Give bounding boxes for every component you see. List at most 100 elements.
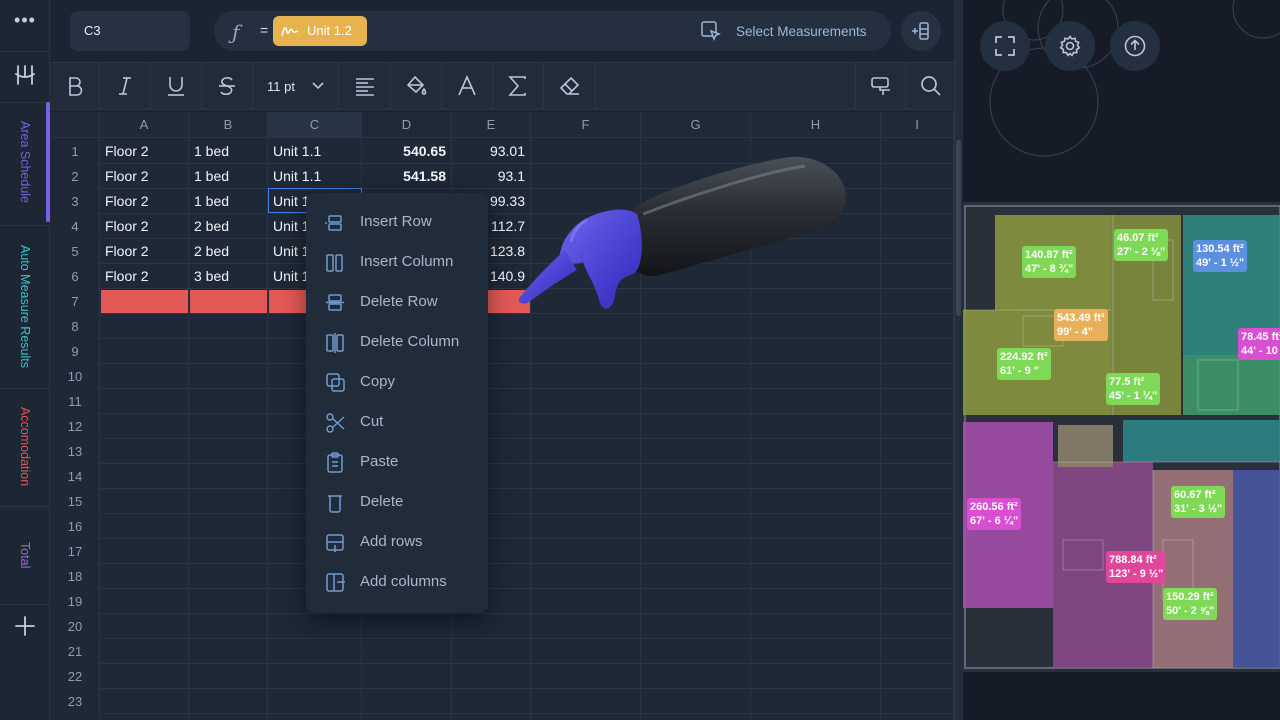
row-header-9[interactable]: 9: [50, 339, 100, 364]
cell-a4[interactable]: Floor 2: [105, 214, 186, 239]
menu-item-add-columns[interactable]: Add columns: [306, 562, 488, 602]
row-header-2[interactable]: 2: [50, 164, 100, 189]
menu-item-delete-row[interactable]: Delete Row: [306, 282, 488, 322]
row-header-4[interactable]: 4: [50, 214, 100, 239]
area-measurement-label[interactable]: 260.56 ft² 67' - 6 ¼": [967, 498, 1022, 530]
menu-item-insert-column[interactable]: Insert Column: [306, 242, 488, 282]
measurement-chip[interactable]: Unit 1.2: [273, 16, 367, 46]
italic-button[interactable]: [100, 63, 151, 109]
column-header-g[interactable]: G: [641, 112, 751, 138]
row-header-7[interactable]: 7: [50, 289, 100, 314]
row-header-19[interactable]: 19: [50, 589, 100, 614]
paint-format-button[interactable]: [855, 63, 906, 109]
vertical-scrollbar[interactable]: [954, 0, 963, 720]
area-measurement-label[interactable]: 60.67 ft² 31' - 3 ½": [1171, 486, 1226, 518]
settings-button[interactable]: [1045, 21, 1095, 71]
row-header-23[interactable]: 23: [50, 689, 100, 714]
row-header-22[interactable]: 22: [50, 664, 100, 689]
row-header-17[interactable]: 17: [50, 539, 100, 564]
cell-a3[interactable]: Floor 2: [105, 189, 186, 214]
row-header-15[interactable]: 15: [50, 489, 100, 514]
cell-b6[interactable]: 3 bed: [194, 264, 265, 289]
font-size-dropdown[interactable]: 11 pt: [253, 63, 339, 109]
cell-c2[interactable]: Unit 1.1: [273, 164, 359, 189]
area-measurement-label[interactable]: 77.5 ft² 45' - 1 ¼": [1106, 373, 1161, 405]
menu-item-delete[interactable]: Delete: [306, 482, 488, 522]
cell-b5[interactable]: 2 bed: [194, 239, 265, 264]
tools-icon[interactable]: [15, 64, 35, 86]
row-header-12[interactable]: 12: [50, 414, 100, 439]
fullscreen-button[interactable]: [980, 21, 1030, 71]
menu-item-add-rows[interactable]: Add rows: [306, 522, 488, 562]
bold-button[interactable]: [50, 63, 100, 109]
row-header-16[interactable]: 16: [50, 514, 100, 539]
column-header-c[interactable]: C: [268, 112, 362, 138]
plus-icon[interactable]: [13, 614, 37, 638]
area-measurement-label[interactable]: 150.29 ft² 50' - 2 ⅝": [1163, 588, 1218, 620]
area-measurement-label[interactable]: 224.92 ft² 61' - 9 ": [997, 348, 1051, 380]
cell-a6[interactable]: Floor 2: [105, 264, 186, 289]
cell-reference-box[interactable]: C3: [70, 11, 190, 51]
row-header-20[interactable]: 20: [50, 614, 100, 639]
highlighted-cell[interactable]: [101, 290, 188, 313]
tab-total[interactable]: Total: [0, 507, 50, 603]
function-icon[interactable]: ƒ: [232, 20, 239, 44]
row-header-8[interactable]: 8: [50, 314, 100, 339]
strikethrough-button[interactable]: [202, 63, 253, 109]
area-measurement-label[interactable]: 788.84 ft² 123' - 9 ½": [1106, 551, 1167, 583]
column-header-b[interactable]: B: [189, 112, 268, 138]
cell-a5[interactable]: Floor 2: [105, 239, 186, 264]
row-header-5[interactable]: 5: [50, 239, 100, 264]
more-dots-icon[interactable]: •••: [0, 10, 50, 31]
row-header-14[interactable]: 14: [50, 464, 100, 489]
clear-format-button[interactable]: [544, 63, 596, 109]
tab-area-schedule[interactable]: Area Schedule: [0, 102, 50, 222]
highlighted-cell[interactable]: [190, 290, 267, 313]
row-header-10[interactable]: 10: [50, 364, 100, 389]
cell-b2[interactable]: 1 bed: [194, 164, 265, 189]
column-header-a[interactable]: A: [100, 112, 189, 138]
area-measurement-label[interactable]: 140.87 ft² 47' - 8 ¾": [1022, 246, 1077, 278]
fill-color-button[interactable]: [391, 63, 442, 109]
row-header-1[interactable]: 1: [50, 139, 100, 164]
align-button[interactable]: [339, 63, 391, 109]
cell-a1[interactable]: Floor 2: [105, 139, 186, 164]
row-header-18[interactable]: 18: [50, 564, 100, 589]
row-header-11[interactable]: 11: [50, 389, 100, 414]
cell-b4[interactable]: 2 bed: [194, 214, 265, 239]
menu-item-paste[interactable]: Paste: [306, 442, 488, 482]
row-header-13[interactable]: 13: [50, 439, 100, 464]
column-header-f[interactable]: F: [531, 112, 641, 138]
column-header-d[interactable]: D: [362, 112, 452, 138]
menu-item-insert-row[interactable]: Insert Row: [306, 202, 488, 242]
area-measurement-label[interactable]: 78.45 ft² 44' - 10: [1238, 328, 1280, 360]
column-header-i[interactable]: I: [881, 112, 954, 138]
area-measurement-label[interactable]: 130.54 ft² 49' - 1 ½": [1193, 240, 1248, 272]
underline-button[interactable]: [151, 63, 202, 109]
cell-d2[interactable]: 541.58: [362, 164, 446, 189]
select-measurements-button[interactable]: Select Measurements: [700, 11, 867, 51]
row-header-21[interactable]: 21: [50, 639, 100, 664]
tab-accomodation[interactable]: Accomodation: [0, 389, 50, 504]
upload-button[interactable]: [1110, 21, 1160, 71]
select-all-corner[interactable]: [50, 112, 100, 138]
tab-auto-measure-results[interactable]: Auto Measure Results: [0, 226, 50, 386]
cell-b3[interactable]: 1 bed: [194, 189, 265, 214]
area-measurement-label[interactable]: 543.49 ft² 99' - 4": [1054, 309, 1108, 341]
cell-b1[interactable]: 1 bed: [194, 139, 265, 164]
column-header-h[interactable]: H: [751, 112, 881, 138]
cell-a2[interactable]: Floor 2: [105, 164, 186, 189]
column-header-e[interactable]: E: [452, 112, 531, 138]
scrollbar-thumb[interactable]: [956, 140, 961, 316]
add-column-button[interactable]: [901, 11, 941, 51]
menu-item-delete-column[interactable]: Delete Column: [306, 322, 488, 362]
floor-plan-panel[interactable]: 140.87 ft² 47' - 8 ¾" 46.07 ft² 27' - 2 ⅛" 1…: [963, 0, 1280, 720]
menu-item-copy[interactable]: Copy: [306, 362, 488, 402]
sum-button[interactable]: [493, 63, 544, 109]
row-header-6[interactable]: 6: [50, 264, 100, 289]
menu-item-cut[interactable]: Cut: [306, 402, 488, 442]
row-header-3[interactable]: 3: [50, 189, 100, 214]
area-measurement-label[interactable]: 46.07 ft² 27' - 2 ⅛": [1114, 229, 1169, 261]
text-color-button[interactable]: [442, 63, 493, 109]
cell-d1[interactable]: 540.65: [362, 139, 446, 164]
